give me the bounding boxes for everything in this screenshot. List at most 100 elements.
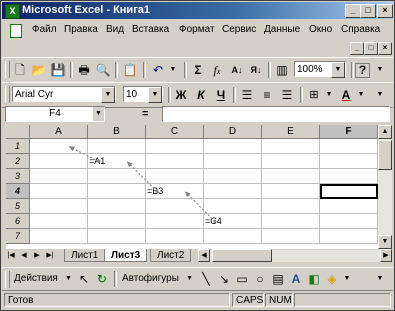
font-size-select[interactable]: 10 ▼ [123,86,163,103]
cell[interactable] [204,229,262,244]
toolbar-options-icon[interactable]: ▼ [372,87,388,103]
column-header[interactable]: A [30,125,88,139]
excel-icon[interactable]: X [5,4,20,19]
draw-menu-button[interactable]: Действия [14,273,58,284]
font-color-icon[interactable]: A [338,87,354,103]
function-icon[interactable]: fx [209,62,225,78]
column-header[interactable]: D [204,125,262,139]
maximize-button[interactable]: □ [360,4,376,18]
menu-window[interactable]: Окно [309,24,332,35]
column-header[interactable]: C [146,125,204,139]
sort-descending-icon[interactable]: Я↓ [248,62,264,78]
align-left-icon[interactable]: ☰ [239,87,255,103]
minimize-button[interactable]: _ [345,4,361,18]
oval-icon[interactable]: ○ [252,271,268,287]
cell[interactable] [204,139,262,154]
menu-insert[interactable]: Вставка [132,24,169,35]
column-header[interactable]: B [88,125,146,139]
worksheet-grid[interactable]: A B C D E F 1 2 =A1 3 4 =B3 5 6 =C4 7 [6,125,378,249]
cell[interactable] [320,139,378,154]
row-header[interactable]: 7 [6,229,30,244]
scroll-up-icon[interactable]: ▲ [378,125,392,139]
cell[interactable] [320,214,378,229]
close-button[interactable]: × [377,4,393,18]
formula-equals-button[interactable]: = [142,108,148,120]
cell[interactable] [320,199,378,214]
chevron-down-icon[interactable]: ▼ [65,275,72,282]
cell[interactable] [30,229,88,244]
rectangle-icon[interactable]: ▭ [234,271,250,287]
toolbar-grip[interactable] [5,271,10,288]
sort-ascending-icon[interactable]: A↓ [229,62,245,78]
cell[interactable] [88,139,146,154]
cell[interactable] [30,154,88,169]
hscroll-thumb[interactable] [212,249,272,262]
select-all-corner[interactable] [6,125,30,139]
cell[interactable] [204,199,262,214]
cell[interactable] [262,139,320,154]
save-icon[interactable]: 💾 [50,62,66,78]
chevron-down-icon[interactable]: ▼ [353,87,369,103]
cell[interactable] [262,199,320,214]
menu-view[interactable]: Вид [106,24,124,35]
workbook-icon[interactable] [10,24,22,38]
underline-button[interactable]: Ч [213,87,229,103]
bold-button[interactable]: Ж [173,87,189,103]
row-header[interactable]: 3 [6,169,30,184]
doc-minimize-button[interactable]: _ [350,42,364,55]
fill-color-icon[interactable]: ◈ [324,271,340,287]
chart-icon[interactable]: ▥ [274,62,290,78]
chevron-down-icon[interactable]: ▼ [101,87,115,103]
scroll-right-icon[interactable]: ▶ [380,249,392,262]
cell[interactable] [262,169,320,184]
menu-file[interactable]: Файл [32,24,57,35]
borders-icon[interactable]: ⊞ [306,87,322,103]
doc-restore-button[interactable]: □ [364,42,378,55]
chevron-down-icon[interactable]: ▼ [148,87,162,103]
cell[interactable] [262,184,320,199]
last-sheet-icon[interactable]: ▶| [44,250,56,262]
cell[interactable] [88,229,146,244]
chevron-down-icon[interactable]: ▼ [331,62,345,78]
paste-icon[interactable]: 📋 [122,62,138,78]
formula-input[interactable] [162,106,390,122]
row-header[interactable]: 4 [6,184,30,199]
cell[interactable] [146,199,204,214]
free-rotate-icon[interactable]: ↻ [94,271,110,287]
name-box[interactable]: F4 ▼ [5,106,105,122]
cell[interactable] [30,199,88,214]
undo-dropdown-icon[interactable]: ▼ [165,62,181,78]
row-header[interactable]: 2 [6,154,30,169]
font-select[interactable]: Arial Cyr ▼ [12,86,116,103]
align-right-icon[interactable]: ☰ [279,87,295,103]
print-preview-icon[interactable]: 🔍 [95,62,111,78]
toolbar-options-icon[interactable]: ▼ [372,62,388,78]
autoshapes-button[interactable]: Автофигуры [122,273,179,284]
undo-icon[interactable]: ↶ [150,62,166,78]
cell[interactable] [88,199,146,214]
clipart-icon[interactable]: ◧ [306,271,322,287]
doc-close-button[interactable]: × [378,42,392,55]
cell[interactable] [320,169,378,184]
menu-tools[interactable]: Сервис [222,24,256,35]
cell[interactable] [262,214,320,229]
tab-sheet2[interactable]: Лист2 [150,249,192,262]
menu-help[interactable]: Справка [341,24,380,35]
toolbar-grip[interactable] [5,86,10,103]
column-header[interactable]: F [320,125,378,139]
cell[interactable] [88,214,146,229]
menu-edit[interactable]: Правка [64,24,98,35]
tab-sheet3[interactable]: Лист3 [104,249,148,262]
help-icon[interactable]: ? [355,63,370,78]
wordart-icon[interactable]: A [288,271,304,287]
chevron-down-icon[interactable]: ▼ [339,271,355,287]
textbox-icon[interactable]: ▤ [270,271,286,287]
scroll-left-icon[interactable]: ◀ [198,249,210,262]
zoom-select[interactable]: 100% ▼ [294,61,346,78]
cell[interactable] [88,169,146,184]
cell[interactable] [204,169,262,184]
row-header[interactable]: 1 [6,139,30,154]
cell[interactable] [146,214,204,229]
arrow-icon[interactable]: ↘ [216,271,232,287]
next-sheet-icon[interactable]: ▶ [31,250,43,262]
